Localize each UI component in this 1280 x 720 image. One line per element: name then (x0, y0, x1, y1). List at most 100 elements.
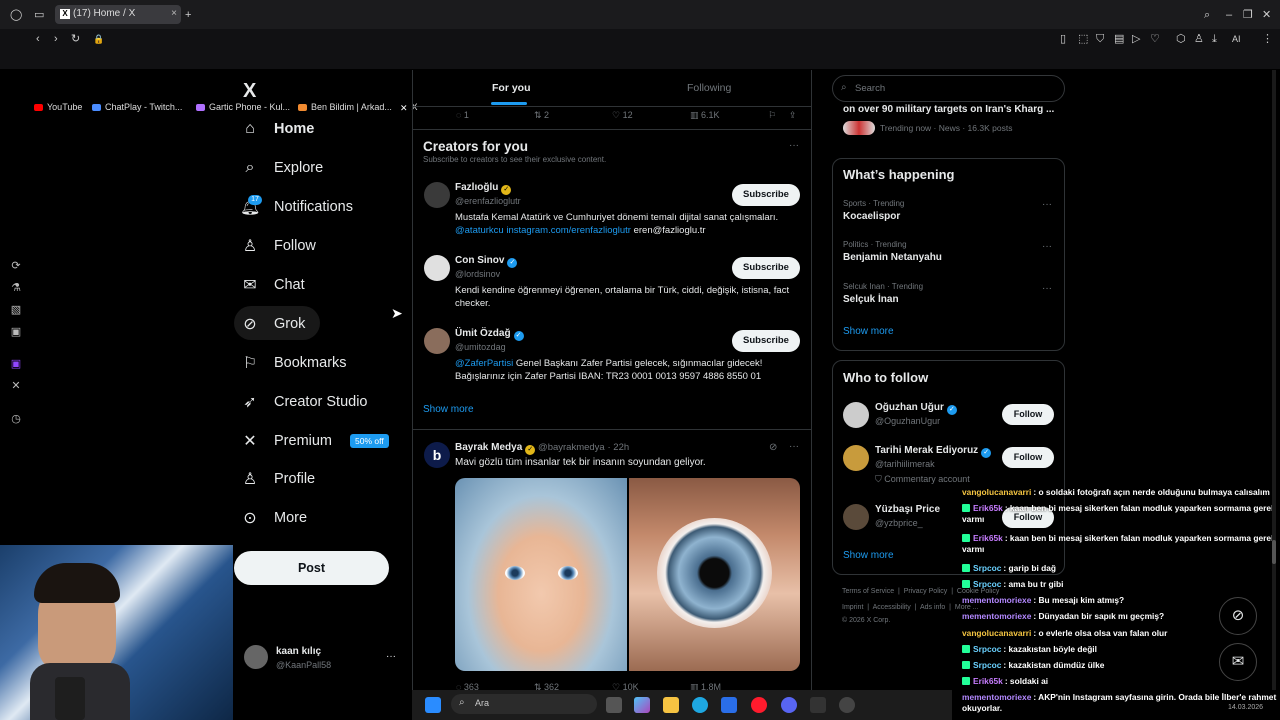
shield-icon[interactable]: ⛉ (1096, 33, 1104, 45)
tab-following[interactable]: Following (687, 82, 731, 94)
bookmark-chatplay[interactable]: ChatPlay - Twitch... (92, 102, 182, 112)
store-icon[interactable] (721, 697, 737, 713)
ai-icon[interactable]: AI (1232, 33, 1241, 45)
footer-imprint[interactable]: Imprint (842, 604, 863, 611)
clock-icon[interactable]: ◷ (9, 412, 23, 425)
ai-sidebar-icon[interactable]: ⚗ (9, 281, 23, 294)
nav-bookmarks[interactable]: ⚐ Bookmarks (240, 347, 347, 379)
bookmark-benbildim[interactable]: Ben Bildim | Arkad... (298, 102, 392, 112)
tab-for-you[interactable]: For you (492, 82, 531, 94)
tab-x-home[interactable]: X (17) Home / X × (55, 5, 181, 24)
history-icon[interactable]: ⟳ (9, 259, 23, 272)
who-to-follow-show-more[interactable]: Show more (843, 550, 894, 561)
file-explorer-icon[interactable] (663, 697, 679, 713)
creator-name[interactable]: Con Sinov ✓ (455, 255, 518, 268)
avatar[interactable] (424, 182, 450, 208)
nav-more[interactable]: ⊙ More (240, 502, 307, 534)
reply-action[interactable]: ◌ 1 (456, 110, 469, 120)
nav-profile[interactable]: ♙ Profile (240, 463, 315, 495)
maximize-icon[interactable]: ❐ (1243, 9, 1253, 21)
bookmark-youtube[interactable]: YouTube (34, 102, 82, 112)
repost-action[interactable]: ⇅ 2 (534, 110, 549, 121)
back-icon[interactable]: ‹ (36, 33, 40, 45)
avatar[interactable] (424, 255, 450, 281)
forward-icon[interactable]: › (54, 33, 58, 45)
subscribe-button[interactable]: Subscribe (732, 330, 800, 352)
close-tab-icon[interactable]: × (171, 8, 177, 19)
messenger-icon[interactable]: ▣ (9, 325, 23, 338)
creator-name[interactable]: Fazlıoğlu ✓ (455, 182, 512, 195)
avatar[interactable] (843, 445, 869, 471)
bookmark-action-icon[interactable]: ⚐ (768, 110, 776, 121)
nav-follow[interactable]: ♙ Follow (240, 230, 316, 262)
nav-creator-studio[interactable]: ➶ Creator Studio (240, 386, 367, 418)
subscribe-button[interactable]: Subscribe (732, 184, 800, 206)
post-image-eye[interactable] (629, 478, 800, 671)
avatar[interactable]: b (424, 442, 450, 468)
share-action-icon[interactable]: ⇪ (789, 110, 797, 121)
trends-show-more[interactable]: Show more (843, 326, 894, 337)
subscribe-button[interactable]: Subscribe (732, 257, 800, 279)
nav-home[interactable]: ⌂ Home (240, 113, 314, 145)
reload-icon[interactable]: ↻ (71, 33, 80, 45)
task-view-icon[interactable] (606, 697, 622, 713)
suggested-user-name[interactable]: Yüzbaşı Price (875, 504, 940, 515)
avatar[interactable] (843, 504, 869, 530)
new-tab-icon[interactable]: + (185, 9, 191, 21)
scrollbar-thumb[interactable] (1272, 540, 1276, 564)
footer-terms[interactable]: Terms of Service (842, 588, 894, 595)
creators-show-more[interactable]: Show more (423, 404, 474, 415)
x-logo[interactable]: X (243, 80, 256, 103)
nav-grok[interactable]: ⊘ Grok (240, 308, 305, 340)
bio-link[interactable]: @ZaferPartisi (455, 358, 513, 369)
bio-link[interactable]: @ataturkcu instagram.com/erenfazlioglutr (455, 225, 631, 236)
post-image-baby[interactable] (455, 478, 627, 671)
play-icon[interactable]: ▷ (1132, 33, 1140, 45)
translate-icon[interactable]: ▤ (1114, 33, 1124, 45)
bookmark-page-icon[interactable]: ▯ (1060, 33, 1066, 45)
edge-icon[interactable] (692, 697, 708, 713)
trend-more-icon[interactable]: ··· (1042, 241, 1052, 252)
opera-taskbar-icon[interactable] (751, 697, 767, 713)
discord-icon[interactable] (781, 697, 797, 713)
avatar[interactable] (244, 645, 268, 669)
trend-more-icon[interactable]: ··· (1042, 199, 1052, 210)
twitch-icon[interactable]: ▣ (9, 357, 23, 370)
menu-icon[interactable]: ⋮ (1262, 33, 1273, 45)
news-headline[interactable]: on over 90 military targets on Iran's Kh… (843, 104, 1058, 115)
nav-explore[interactable]: ⌕ Explore (240, 152, 324, 184)
trend-name[interactable]: Benjamin Netanyahu (843, 252, 942, 263)
like-action[interactable]: ♡ 12 (612, 110, 633, 121)
taskbar-search[interactable]: ⌕ Ara (451, 694, 597, 714)
app-icon[interactable] (839, 697, 855, 713)
minimize-icon[interactable]: – (1226, 9, 1232, 21)
grok-fab-button[interactable]: ⊘ (1219, 597, 1257, 635)
bookmark-gartic[interactable]: Gartic Phone - Kul... (196, 102, 290, 112)
copilot-icon[interactable] (634, 697, 650, 713)
windows-start-icon[interactable] (425, 697, 441, 713)
footer-ads-info[interactable]: Ads info (920, 604, 945, 611)
trend-name[interactable]: Selçuk İnan (843, 294, 899, 305)
creator-name[interactable]: Ümit Özdağ ✓ (455, 328, 524, 341)
messages-fab-button[interactable]: ✉ (1219, 643, 1257, 681)
search-tabs-icon[interactable]: ⌕ (1204, 9, 1210, 21)
creators-more-icon[interactable]: ··· (789, 140, 799, 151)
nav-premium[interactable]: ✕ Premium 50% off (240, 425, 389, 457)
account-icon[interactable]: ♙ (1194, 33, 1204, 45)
obs-icon[interactable] (810, 697, 826, 713)
x-sidebar-icon[interactable]: ✕ (9, 379, 23, 392)
search-input[interactable]: ⌕ Search (832, 75, 1065, 102)
avatar[interactable] (843, 402, 869, 428)
scrollbar[interactable] (1272, 70, 1276, 690)
footer-accessibility[interactable]: Accessibility (873, 604, 911, 611)
close-window-icon[interactable]: ✕ (1262, 9, 1271, 21)
views-action[interactable]: ▥ 6.1K (690, 110, 720, 121)
footer-privacy[interactable]: Privacy Policy (904, 588, 948, 595)
snapshot-icon[interactable]: ⬚ (1078, 33, 1088, 45)
follow-button[interactable]: Follow (1002, 447, 1054, 468)
follow-button[interactable]: Follow (1002, 404, 1054, 425)
trend-more-icon[interactable]: ··· (1042, 283, 1052, 294)
account-menu-icon[interactable]: ··· (386, 651, 396, 662)
nav-chat[interactable]: ✉ Chat (240, 269, 304, 301)
post-more-icon[interactable]: ··· (789, 441, 799, 452)
